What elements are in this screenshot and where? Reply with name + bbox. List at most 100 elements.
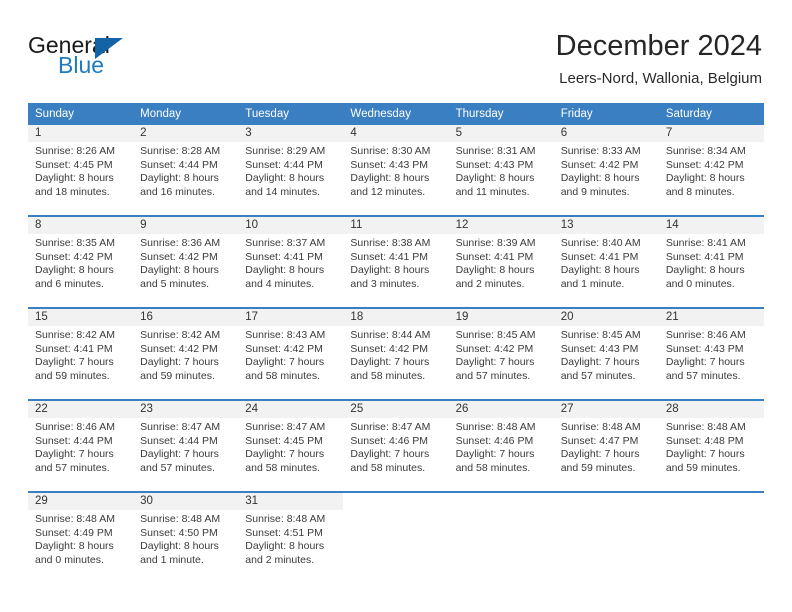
day-detail-line: Sunset: 4:42 PM: [140, 342, 218, 355]
day-number: 17: [238, 309, 344, 326]
day-detail-line: Daylight: 8 hours: [245, 172, 325, 185]
day-detail-line: and 0 minutes.: [665, 277, 735, 290]
calendar-empty-cell: [343, 493, 449, 583]
day-detail-line: Daylight: 8 hours: [35, 264, 114, 277]
day-detail-line: Sunrise: 8:48 AM: [140, 513, 221, 525]
calendar-empty-cell: [448, 493, 554, 583]
calendar-day-cell[interactable]: 5 Sunrise: 8:31 AM Sunset: 4:43 PM Daylight…: [448, 125, 554, 215]
calendar-day-cell[interactable]: 23 Sunrise: 8:47 AM Sunset: 4:44 PM Dayligh…: [133, 401, 239, 491]
day-detail-line: Sunrise: 8:48 AM: [35, 513, 115, 525]
day-detail-line: Sunset: 4:43 PM: [455, 158, 534, 171]
calendar-day-cell[interactable]: 1 Sunrise: 8:26 AM Sunset: 4:45 PM Daylight…: [28, 125, 134, 215]
day-details: Sunrise: 8:41 AM Sunset: 4:41 PM Daylight:…: [659, 234, 764, 291]
day-detail-line: Sunset: 4:48 PM: [665, 434, 744, 447]
day-of-week-label: Monday: [140, 108, 182, 120]
day-details: [659, 510, 764, 513]
day-number: 29: [28, 493, 134, 510]
day-detail-line: Sunset: 4:44 PM: [35, 434, 113, 447]
day-number: 9: [133, 217, 239, 234]
day-detail-line: Sunrise: 8:48 AM: [665, 421, 746, 433]
day-details: Sunrise: 8:45 AM Sunset: 4:43 PM Daylight:…: [554, 326, 659, 383]
day-number: 2: [133, 125, 239, 142]
day-details: Sunrise: 8:42 AM Sunset: 4:42 PM Daylight:…: [133, 326, 238, 383]
calendar-day-cell[interactable]: 6 Sunrise: 8:33 AM Sunset: 4:42 PM Daylight…: [553, 125, 659, 215]
day-detail-line: Sunset: 4:41 PM: [665, 250, 744, 263]
day-detail-line: Daylight: 7 hours: [140, 448, 219, 461]
calendar-day-cell[interactable]: 15 Sunrise: 8:42 AM Sunset: 4:41 PM Dayligh…: [28, 309, 134, 399]
calendar-day-cell[interactable]: 26 Sunrise: 8:48 AM Sunset: 4:46 PM Dayligh…: [448, 401, 554, 491]
calendar-day-cell[interactable]: 27 Sunrise: 8:48 AM Sunset: 4:47 PM Dayligh…: [553, 401, 659, 491]
calendar-day-cell[interactable]: 7 Sunrise: 8:34 AM Sunset: 4:42 PM Daylight…: [658, 125, 764, 215]
day-detail-line: Daylight: 7 hours: [35, 448, 114, 461]
day-details: Sunrise: 8:34 AM Sunset: 4:42 PM Daylight:…: [659, 142, 764, 199]
calendar-day-cell[interactable]: 8 Sunrise: 8:35 AM Sunset: 4:42 PM Daylight…: [28, 217, 134, 307]
day-detail-line: Daylight: 7 hours: [665, 356, 745, 369]
day-details: Sunrise: 8:48 AM Sunset: 4:51 PM Daylight:…: [238, 510, 343, 567]
day-detail-line: Sunrise: 8:48 AM: [560, 421, 641, 433]
day-detail-line: Daylight: 7 hours: [140, 356, 219, 369]
calendar-day-cell[interactable]: 24 Sunrise: 8:47 AM Sunset: 4:45 PM Dayligh…: [238, 401, 344, 491]
calendar-day-cell[interactable]: 13 Sunrise: 8:40 AM Sunset: 4:41 PM Dayligh…: [553, 217, 659, 307]
day-detail-line: Sunrise: 8:45 AM: [560, 329, 641, 341]
day-details: Sunrise: 8:42 AM Sunset: 4:41 PM Daylight:…: [28, 326, 133, 383]
day-detail-line: Daylight: 8 hours: [35, 540, 114, 553]
day-detail-line: Sunrise: 8:33 AM: [560, 145, 641, 157]
day-detail-line: and 3 minutes.: [350, 277, 420, 290]
day-detail-line: Sunrise: 8:47 AM: [140, 421, 221, 433]
calendar-day-cell[interactable]: 14 Sunrise: 8:41 AM Sunset: 4:41 PM Dayligh…: [658, 217, 764, 307]
calendar-day-cell[interactable]: 16 Sunrise: 8:42 AM Sunset: 4:42 PM Dayligh…: [133, 309, 239, 399]
day-details: Sunrise: 8:48 AM Sunset: 4:47 PM Daylight:…: [554, 418, 659, 475]
day-detail-line: Daylight: 7 hours: [350, 356, 430, 369]
day-detail-line: Sunset: 4:42 PM: [665, 158, 744, 171]
day-details: [554, 510, 659, 513]
calendar-day-cell[interactable]: 22 Sunrise: 8:46 AM Sunset: 4:44 PM Dayligh…: [28, 401, 134, 491]
day-number: 3: [238, 125, 344, 142]
day-detail-line: Sunrise: 8:31 AM: [455, 145, 536, 157]
calendar-day-cell[interactable]: 19 Sunrise: 8:45 AM Sunset: 4:42 PM Dayligh…: [448, 309, 554, 399]
day-detail-line: and 1 minute.: [560, 277, 625, 290]
calendar-day-cell[interactable]: 9 Sunrise: 8:36 AM Sunset: 4:42 PM Daylight…: [133, 217, 239, 307]
day-detail-line: Sunset: 4:51 PM: [245, 526, 323, 539]
day-detail-line: Daylight: 7 hours: [245, 448, 325, 461]
calendar-grid: Sunday Monday Tuesday Wednesday Thursday Frid…: [28, 103, 764, 583]
calendar-day-cell[interactable]: 4 Sunrise: 8:30 AM Sunset: 4:43 PM Daylight…: [343, 125, 449, 215]
day-number: [448, 493, 554, 510]
day-detail-line: Daylight: 8 hours: [245, 540, 325, 553]
calendar-day-cell[interactable]: 21 Sunrise: 8:46 AM Sunset: 4:43 PM Dayligh…: [658, 309, 764, 399]
day-detail-line: Sunset: 4:45 PM: [35, 158, 113, 171]
day-detail-line: Sunset: 4:50 PM: [140, 526, 218, 539]
day-detail-line: Sunrise: 8:35 AM: [35, 237, 115, 249]
day-of-week-header: Sunday Monday Tuesday Wednesday Thursday Frid…: [28, 103, 764, 125]
calendar-day-cell[interactable]: 17 Sunrise: 8:43 AM Sunset: 4:42 PM Dayligh…: [238, 309, 344, 399]
day-detail-line: and 4 minutes.: [245, 277, 315, 290]
calendar-day-cell[interactable]: 11 Sunrise: 8:38 AM Sunset: 4:41 PM Dayligh…: [343, 217, 449, 307]
day-detail-line: and 57 minutes.: [35, 461, 110, 474]
day-details: Sunrise: 8:26 AM Sunset: 4:45 PM Daylight:…: [28, 142, 133, 199]
day-detail-line: Daylight: 8 hours: [560, 172, 640, 185]
brand-logo[interactable]: General Blue: [28, 32, 228, 88]
calendar-day-cell[interactable]: 2 Sunrise: 8:28 AM Sunset: 4:44 PM Daylight…: [133, 125, 239, 215]
calendar-day-cell[interactable]: 12 Sunrise: 8:39 AM Sunset: 4:41 PM Dayligh…: [448, 217, 554, 307]
calendar-day-cell[interactable]: 31 Sunrise: 8:48 AM Sunset: 4:51 PM Dayligh…: [238, 493, 344, 583]
day-number: 23: [133, 401, 239, 418]
day-detail-line: and 16 minutes.: [140, 185, 215, 198]
day-number: 28: [658, 401, 764, 418]
day-detail-line: and 18 minutes.: [35, 185, 110, 198]
calendar-day-cell[interactable]: 29 Sunrise: 8:48 AM Sunset: 4:49 PM Dayligh…: [28, 493, 134, 583]
day-number: 11: [343, 217, 449, 234]
calendar-day-cell[interactable]: 20 Sunrise: 8:45 AM Sunset: 4:43 PM Dayligh…: [553, 309, 659, 399]
calendar-day-cell[interactable]: 30 Sunrise: 8:48 AM Sunset: 4:50 PM Dayligh…: [133, 493, 239, 583]
calendar-day-cell[interactable]: 3 Sunrise: 8:29 AM Sunset: 4:44 PM Daylight…: [238, 125, 344, 215]
calendar-week-cells: 22 Sunrise: 8:46 AM Sunset: 4:44 PM Dayligh…: [28, 401, 764, 491]
day-detail-line: Sunset: 4:41 PM: [560, 250, 639, 263]
calendar-day-cell[interactable]: 18 Sunrise: 8:44 AM Sunset: 4:42 PM Dayligh…: [343, 309, 449, 399]
calendar-day-cell[interactable]: 10 Sunrise: 8:37 AM Sunset: 4:41 PM Dayligh…: [238, 217, 344, 307]
day-detail-line: Sunrise: 8:47 AM: [245, 421, 326, 433]
day-detail-line: Sunrise: 8:34 AM: [665, 145, 746, 157]
day-detail-line: Sunset: 4:44 PM: [140, 434, 218, 447]
calendar-day-cell[interactable]: 28 Sunrise: 8:48 AM Sunset: 4:48 PM Dayligh…: [658, 401, 764, 491]
calendar-day-cell[interactable]: 25 Sunrise: 8:47 AM Sunset: 4:46 PM Dayligh…: [343, 401, 449, 491]
day-details: Sunrise: 8:35 AM Sunset: 4:42 PM Daylight:…: [28, 234, 133, 291]
day-detail-line: and 58 minutes.: [245, 461, 320, 474]
day-details: Sunrise: 8:46 AM Sunset: 4:44 PM Daylight:…: [28, 418, 133, 475]
